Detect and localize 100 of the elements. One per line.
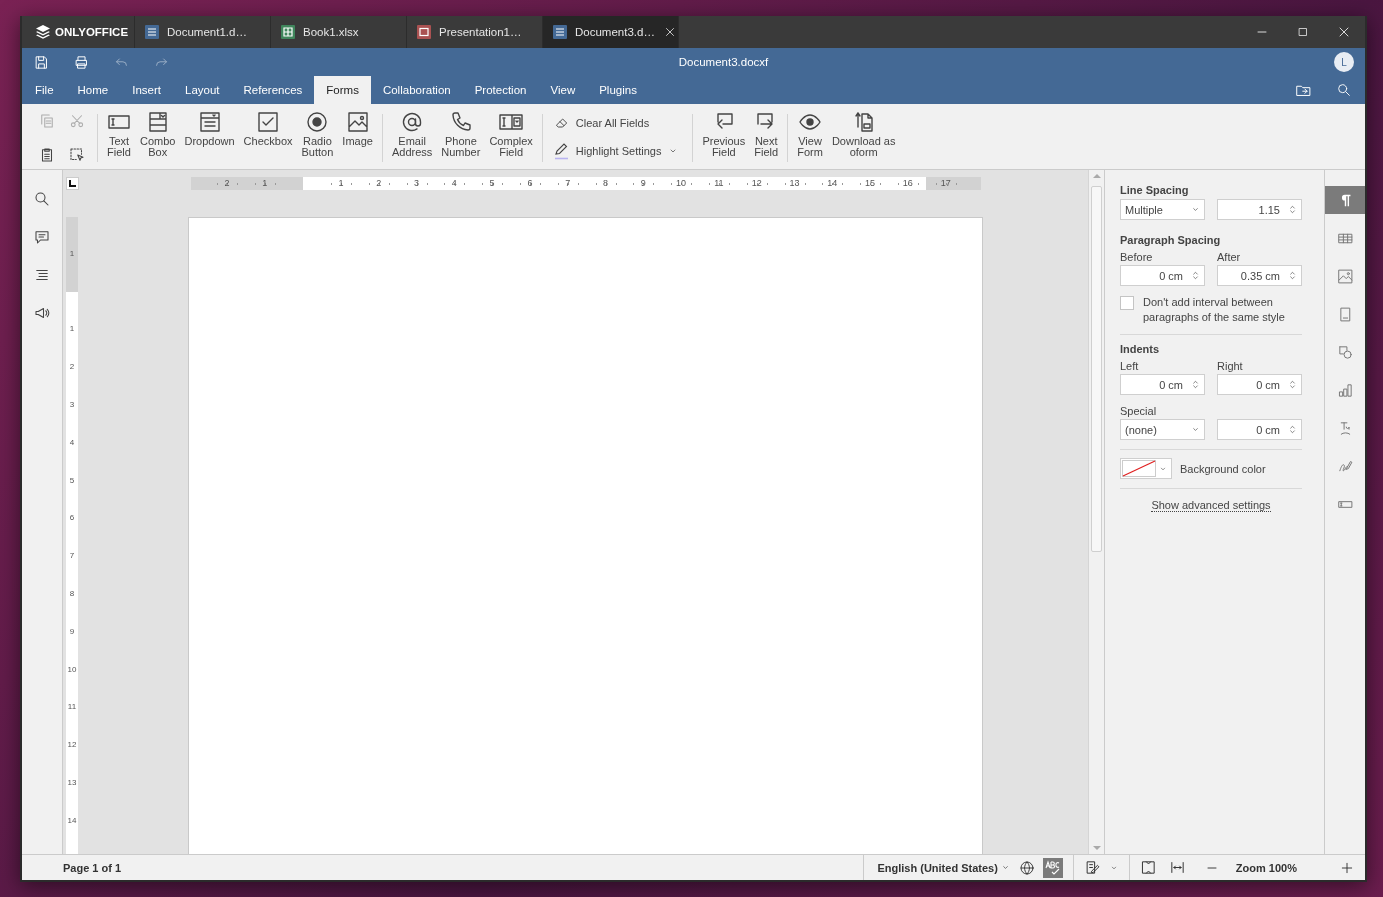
shapes-icon — [1336, 343, 1354, 361]
document-stack-tool-button[interactable]: Download as oform — [827, 110, 900, 169]
at-sign-tool-button[interactable]: Email Address — [387, 110, 437, 169]
ruler-number: 5 — [68, 474, 76, 487]
checkbox-icon — [256, 110, 281, 134]
arrow-right-box-tool-button[interactable]: Next Field — [750, 110, 783, 169]
menu-tab[interactable]: References — [231, 76, 315, 104]
field-label: After — [1217, 251, 1242, 263]
user-avatar[interactable]: L — [1334, 52, 1354, 72]
fit-width-icon[interactable] — [1168, 859, 1186, 876]
document-title: Document3.docxf — [677, 56, 770, 68]
ruler-number: 7 — [68, 550, 76, 563]
combo-box-tool-button[interactable]: Combo Box — [136, 110, 180, 169]
menu-tab[interactable]: Collaboration — [370, 76, 463, 104]
line-spacing-dropdown[interactable]: Multiple — [1120, 199, 1205, 220]
color-picker-button[interactable] — [1120, 458, 1172, 479]
spin-arrows-icon — [1190, 379, 1201, 390]
phone-tool-button[interactable]: Phone Number — [437, 110, 485, 169]
globe-icon[interactable] — [1018, 859, 1035, 876]
radio-icon — [305, 110, 330, 134]
line-spacing-field[interactable]: 1.15 — [1217, 199, 1302, 220]
layers-icon — [35, 24, 51, 40]
menu-tab[interactable]: View — [538, 76, 588, 104]
image-tool-button[interactable]: Image — [338, 110, 377, 169]
field-label: Background color — [1180, 462, 1266, 475]
ruler-number: 12 — [66, 739, 78, 752]
menu-tab[interactable]: Plugins — [587, 76, 649, 104]
field-label: Left — [1120, 360, 1140, 372]
dropdown-tool-button[interactable]: Dropdown — [180, 110, 239, 169]
spin-arrows-icon — [1287, 379, 1298, 390]
spreadsheet-icon — [281, 25, 295, 39]
menu-tab[interactable]: Home — [65, 76, 121, 104]
arrow-left-box-tool-button[interactable]: Previous Field — [698, 110, 750, 169]
ruler-number: 4 — [68, 436, 76, 449]
ruler-number: 6 — [68, 512, 76, 525]
pen-icon — [553, 142, 570, 160]
ruler-number: 14 — [66, 814, 78, 827]
search-icon[interactable] — [1336, 82, 1352, 98]
document-tab[interactable]: Document3.d… — [543, 16, 679, 48]
paragraph-settings-tab[interactable] — [1325, 186, 1365, 214]
search-icon[interactable] — [33, 190, 51, 208]
spacing-before-field[interactable]: 0 cm — [1120, 265, 1205, 286]
menu-tab[interactable]: Forms — [314, 76, 371, 104]
corner-icon — [69, 180, 76, 187]
tab-stop-button[interactable] — [66, 177, 79, 190]
field-label: Special — [1120, 405, 1158, 417]
ruler-number: 9 — [68, 625, 76, 638]
spacing-after-field[interactable]: 0.35 cm — [1217, 265, 1302, 286]
scrollbar[interactable] — [1088, 170, 1104, 854]
text-field-dropdown-tool-button[interactable]: Complex Field — [485, 110, 537, 169]
ruler-number: 13 — [66, 776, 78, 789]
fit-page-icon[interactable] — [1139, 859, 1157, 876]
text-field-tool-button[interactable]: Text Field — [103, 110, 135, 169]
chart-icon — [1336, 381, 1354, 399]
clear-fields-button[interactable]: Clear All Fields — [553, 112, 680, 134]
select-cursor-icon[interactable] — [68, 145, 86, 164]
indent-left-field[interactable]: 0 cm — [1120, 374, 1205, 395]
checkbox-tool-button[interactable]: Checkbox — [239, 110, 297, 169]
ruler-number: 3 — [68, 399, 76, 411]
eraser-icon — [553, 115, 570, 131]
indent-right-field[interactable]: 0 cm — [1217, 374, 1302, 395]
image-icon — [1336, 267, 1354, 285]
checkbox[interactable] — [1120, 296, 1134, 310]
no-color-swatch-icon — [1122, 460, 1156, 477]
field-label: Before — [1120, 251, 1154, 263]
section-heading: Indents — [1120, 343, 1161, 355]
checkbox-label: Don't add interval between paragraphs of the same style — [1143, 295, 1286, 325]
save-icon[interactable] — [33, 53, 50, 71]
comment-icon[interactable] — [33, 228, 51, 246]
section-heading: Line Spacing — [1120, 184, 1190, 196]
presentation-icon — [417, 25, 431, 39]
ruler-number: 1 — [68, 248, 76, 261]
spin-arrows-icon — [1287, 270, 1298, 281]
field-label: Right — [1217, 360, 1244, 372]
highlight-settings-button[interactable]: Highlight Settings — [553, 140, 680, 162]
document-icon — [553, 25, 567, 39]
special-indent-field[interactable]: 0 cm — [1217, 419, 1302, 440]
zoom-level: Zoom 100% — [1235, 861, 1297, 874]
advanced-settings-link[interactable]: Show advanced settings — [1151, 499, 1271, 512]
menu-tab[interactable]: Protection — [462, 76, 539, 104]
ruler-number: 2 — [68, 361, 76, 374]
ruler-number: 1 — [68, 323, 76, 336]
spin-arrows-icon — [1287, 424, 1298, 435]
document-icon — [145, 25, 159, 39]
menu-tab[interactable]: File — [23, 76, 66, 104]
radio-tool-button[interactable]: Radio Button — [297, 110, 338, 169]
maximize-icon[interactable] — [1296, 25, 1310, 39]
menu-tab[interactable]: Insert — [120, 76, 173, 104]
spellcheck-icon — [1044, 859, 1061, 876]
dropdown-icon — [197, 110, 222, 134]
print-icon[interactable] — [73, 53, 90, 71]
eye-tool-button[interactable]: View Form — [793, 110, 827, 169]
ruler-number: 10 — [66, 663, 78, 676]
ruler-number: 8 — [68, 587, 76, 600]
special-indent-dropdown[interactable]: (none) — [1120, 419, 1205, 440]
brand-name: ONLYOFFICE — [55, 26, 129, 38]
menu-tab[interactable]: Layout — [173, 76, 232, 104]
spin-arrows-icon — [1287, 204, 1298, 215]
spellcheck-button[interactable] — [1042, 857, 1063, 878]
language-selector[interactable]: English (United States) — [877, 861, 1011, 874]
